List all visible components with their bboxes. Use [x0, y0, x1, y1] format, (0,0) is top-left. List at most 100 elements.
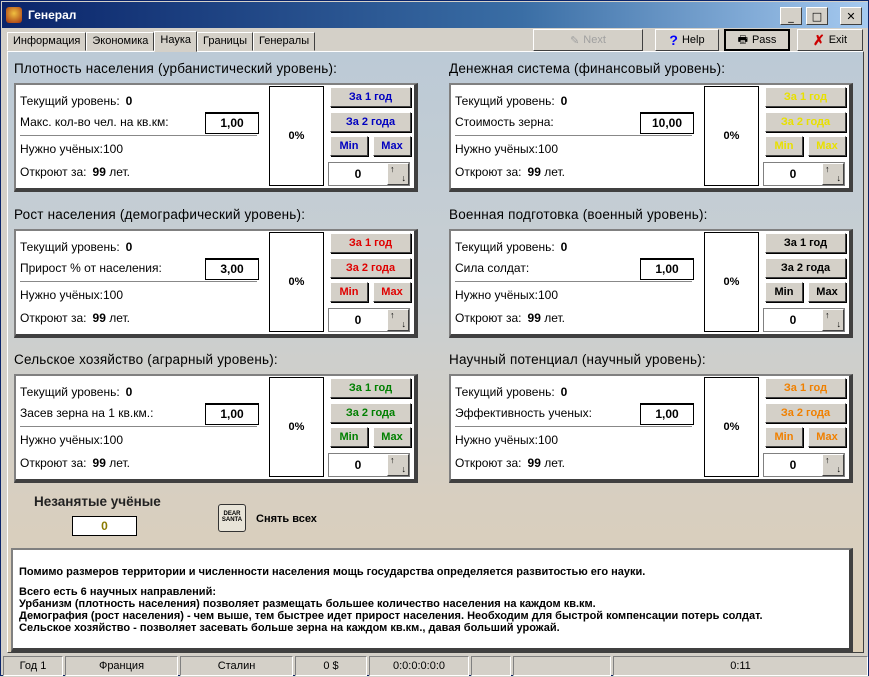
- max-button[interactable]: Max: [373, 282, 411, 302]
- spinner-arrows[interactable]: ↑ ↓: [822, 163, 844, 185]
- max-button[interactable]: Max: [373, 136, 411, 156]
- need-scientists-row: Нужно учёных:100: [455, 433, 558, 447]
- next-label: Next: [583, 34, 606, 46]
- current-level-row: Текущий уровень: 0: [455, 240, 567, 254]
- divider: [20, 135, 257, 136]
- current-level-value: 0: [125, 94, 133, 108]
- section-title-military: Военная подготовка (военный уровень):: [449, 207, 708, 222]
- min-button[interactable]: Min: [765, 282, 803, 302]
- need-scientists-label: Нужно учёных:: [455, 288, 538, 302]
- remove-all-label[interactable]: Снять всех: [256, 513, 317, 525]
- section-panel-demography: Текущий уровень: 0 Прирост % от населения…: [14, 229, 418, 338]
- tab-generals[interactable]: Генералы: [253, 32, 316, 51]
- arrow-up-icon: ↑: [825, 310, 830, 320]
- scientists-spinner[interactable]: 0 ↑ ↓: [763, 308, 845, 332]
- spinner-value[interactable]: 0: [329, 454, 387, 476]
- arrow-up-icon: ↑: [825, 455, 830, 465]
- years-label: лет.: [109, 311, 130, 325]
- open-in-label: Откроют за:: [20, 456, 87, 470]
- min-button[interactable]: Min: [330, 282, 368, 302]
- section-panel-finance: Текущий уровень: 0 Стоимость зерна: 10,00…: [449, 83, 853, 192]
- spinner-arrows[interactable]: ↑ ↓: [822, 309, 844, 331]
- spinner-arrows[interactable]: ↑ ↓: [387, 163, 409, 185]
- status-money: 0 $: [295, 656, 367, 676]
- divider: [20, 281, 257, 282]
- current-level-label: Текущий уровень:: [455, 94, 555, 108]
- spinner-value[interactable]: 0: [764, 309, 822, 331]
- param-label: Засев зерна на 1 кв.км.:: [20, 406, 154, 420]
- need-scientists-label: Нужно учёных:: [20, 142, 103, 156]
- param-label: Прирост % от населения:: [20, 261, 162, 275]
- spinner-value[interactable]: 0: [764, 454, 822, 476]
- years-label: лет.: [544, 311, 565, 325]
- status-empty-2: [513, 656, 611, 676]
- for-1-year-button[interactable]: За 1 год: [330, 87, 411, 107]
- min-button[interactable]: Min: [330, 136, 368, 156]
- help-button[interactable]: ? Help: [655, 29, 719, 51]
- max-button[interactable]: Max: [808, 282, 846, 302]
- param-value: 3,00: [205, 258, 259, 280]
- scientists-spinner[interactable]: 0 ↑ ↓: [328, 308, 410, 332]
- max-button[interactable]: Max: [808, 136, 846, 156]
- scroll-icon[interactable]: DEAR SANTA: [218, 504, 246, 532]
- scientists-spinner[interactable]: 0 ↑ ↓: [328, 453, 410, 477]
- tab-science[interactable]: Наука: [154, 31, 198, 52]
- spinner-value[interactable]: 0: [329, 163, 387, 185]
- for-1-year-button[interactable]: За 1 год: [765, 378, 846, 398]
- section-title-agriculture: Сельское хозяйство (аграрный уровень):: [14, 352, 278, 367]
- max-button[interactable]: Max: [373, 427, 411, 447]
- tab-borders[interactable]: Границы: [197, 32, 254, 51]
- arrow-down-icon: ↓: [401, 319, 407, 329]
- section-title-finance: Денежная система (финансовый уровень):: [449, 61, 726, 76]
- scientists-spinner[interactable]: 0 ↑ ↓: [763, 162, 845, 186]
- description-line: Урбанизм (плотность населения) позволяет…: [19, 598, 596, 610]
- for-2-years-button[interactable]: За 2 года: [330, 258, 411, 278]
- scientists-spinner[interactable]: 0 ↑ ↓: [763, 453, 845, 477]
- for-1-year-button[interactable]: За 1 год: [330, 233, 411, 253]
- minimize-button[interactable]: _: [780, 7, 802, 25]
- spinner-arrows[interactable]: ↑ ↓: [387, 309, 409, 331]
- for-2-years-button[interactable]: За 2 года: [765, 112, 846, 132]
- current-level-value: 0: [125, 240, 133, 254]
- for-2-years-button[interactable]: За 2 года: [765, 403, 846, 423]
- status-time: 0:11: [613, 656, 868, 676]
- next-button[interactable]: ✎ Next: [533, 29, 643, 51]
- spinner-value[interactable]: 0: [764, 163, 822, 185]
- for-1-year-button[interactable]: За 1 год: [330, 378, 411, 398]
- min-button[interactable]: Min: [765, 427, 803, 447]
- open-in-years: 99: [527, 165, 541, 179]
- tab-economy[interactable]: Экономика: [86, 32, 155, 51]
- need-scientists-row: Нужно учёных:100: [20, 142, 123, 156]
- for-2-years-button[interactable]: За 2 года: [765, 258, 846, 278]
- progress-percent: 0%: [704, 232, 759, 332]
- for-2-years-button[interactable]: За 2 года: [330, 112, 411, 132]
- divider: [455, 135, 692, 136]
- param-value: 10,00: [640, 112, 694, 134]
- status-country: Франция: [65, 656, 178, 676]
- pass-button[interactable]: 🖶 Pass: [724, 29, 790, 51]
- max-button[interactable]: Max: [808, 427, 846, 447]
- section-panel-military: Текущий уровень: 0 Сила солдат: 1,00 Нужн…: [449, 229, 853, 338]
- for-1-year-button[interactable]: За 1 год: [765, 233, 846, 253]
- exit-button[interactable]: ✗ Exit: [797, 29, 863, 51]
- close-button[interactable]: ✕: [840, 7, 862, 25]
- tab-info[interactable]: Информация: [7, 32, 87, 51]
- for-2-years-button[interactable]: За 2 года: [330, 403, 411, 423]
- open-in-years: 99: [92, 456, 106, 470]
- maximize-button[interactable]: □: [806, 7, 828, 25]
- spinner-arrows[interactable]: ↑ ↓: [387, 454, 409, 476]
- scientists-spinner[interactable]: 0 ↑ ↓: [328, 162, 410, 186]
- status-empty-1: [471, 656, 511, 676]
- open-in-years: 99: [92, 165, 106, 179]
- min-button[interactable]: Min: [765, 136, 803, 156]
- window-title: Генерал: [28, 8, 77, 22]
- progress-percent: 0%: [269, 377, 324, 477]
- current-level-row: Текущий уровень: 0: [20, 240, 132, 254]
- spinner-value[interactable]: 0: [329, 309, 387, 331]
- years-label: лет.: [544, 165, 565, 179]
- for-1-year-button[interactable]: За 1 год: [765, 87, 846, 107]
- spinner-arrows[interactable]: ↑ ↓: [822, 454, 844, 476]
- min-button[interactable]: Min: [330, 427, 368, 447]
- open-in-label: Откроют за:: [455, 311, 522, 325]
- section-title-demography: Рост населения (демографический уровень)…: [14, 207, 306, 222]
